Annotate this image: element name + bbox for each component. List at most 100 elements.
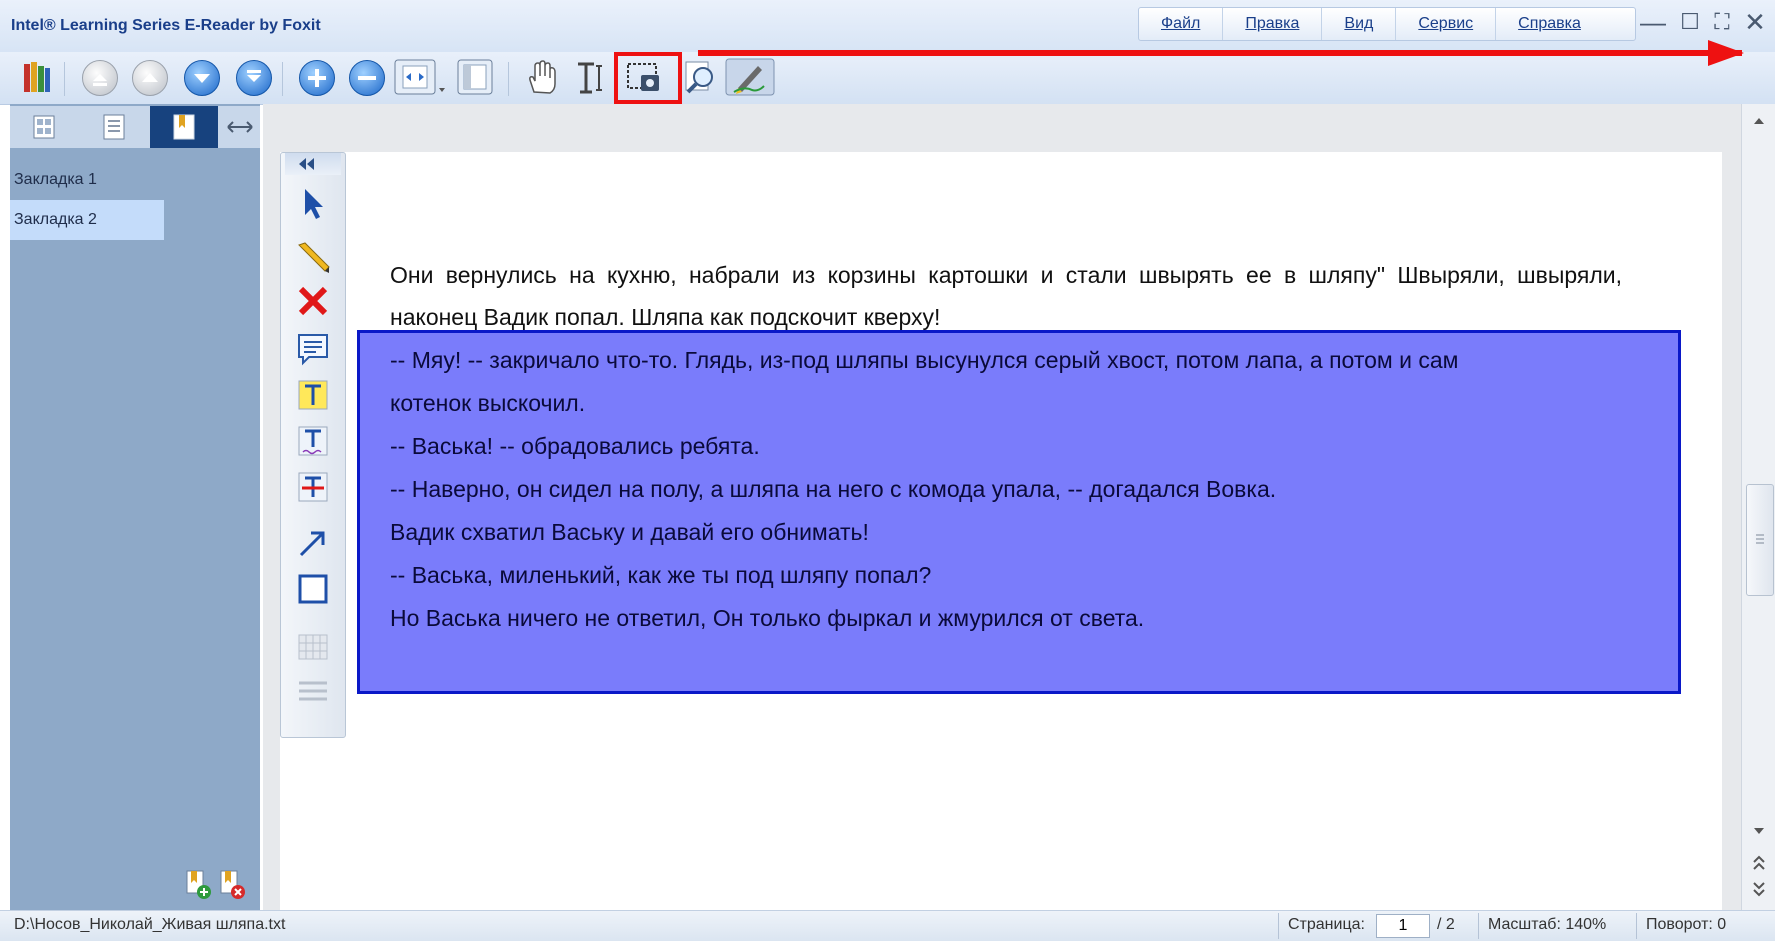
app-title: Intel® Learning Series E-Reader by Foxit	[11, 17, 321, 34]
double-chevron-down-icon	[1753, 882, 1765, 897]
page-total: / 2	[1437, 916, 1455, 933]
menu-bar: Файл Правка Вид Сервис Справка	[1138, 7, 1636, 41]
highlighted-text: -- Мяу! -- закричало что-то. Глядь, из-п…	[390, 339, 1630, 640]
next-page-button[interactable]	[182, 58, 220, 96]
bookmark-item-selected[interactable]: Закладка 2	[10, 200, 164, 240]
menu-service[interactable]: Сервис	[1396, 8, 1497, 40]
callout-arrowhead	[1706, 38, 1746, 68]
text-line: -- Васька! -- обрадовались ребята.	[390, 433, 760, 459]
eraser-tool-button[interactable]	[295, 283, 331, 319]
squiggly-text-button[interactable]	[295, 423, 331, 459]
maximize-button[interactable]: ☐	[1676, 8, 1704, 36]
next-page-scroll-button[interactable]	[1750, 878, 1768, 900]
toolbar-separator	[64, 62, 65, 96]
grip-icon	[1756, 534, 1764, 544]
hand-icon	[529, 60, 556, 94]
sidebar-tabs	[10, 106, 260, 148]
delete-x-icon	[298, 286, 328, 316]
pencil-icon	[298, 242, 330, 273]
toolbar-separator	[282, 62, 283, 96]
pen-icon	[725, 58, 775, 96]
close-button[interactable]: ✕	[1741, 8, 1769, 36]
zoom-out-icon	[349, 60, 385, 96]
note-tool-button[interactable]	[295, 331, 331, 367]
rotation: Поворот: 0	[1646, 916, 1727, 933]
annotation-tools-button[interactable]	[724, 58, 776, 96]
thumbnails-icon	[33, 115, 55, 139]
text-line: -- Наверно, он сидел на полу, а шляпа на…	[390, 476, 1277, 502]
page-number-input[interactable]: 1	[1376, 914, 1430, 938]
first-page-button[interactable]	[80, 58, 118, 96]
highlight-text-button[interactable]	[295, 377, 331, 413]
resize-panel-button[interactable]	[220, 112, 260, 142]
tab-outline[interactable]	[80, 106, 148, 148]
last-page-button[interactable]	[234, 58, 272, 96]
zoom-out-button[interactable]	[347, 58, 385, 96]
triangle-down-icon	[1754, 828, 1764, 834]
callout-box	[614, 52, 682, 104]
pencil-tool-button[interactable]	[295, 239, 331, 275]
fullscreen-button[interactable]: ⛶	[1708, 8, 1736, 36]
double-chevron-up-icon	[1753, 855, 1765, 870]
status-separator	[1278, 913, 1279, 939]
bookmarks-icon	[173, 114, 195, 140]
arrow-tool-button[interactable]	[295, 525, 331, 561]
scroll-up-button[interactable]	[1750, 112, 1768, 130]
arrow-right-icon	[1708, 40, 1744, 66]
bookmark-list: Закладка 1 Закладка 2	[10, 160, 260, 240]
file-path: D:\Носов_Николай_Живая шляпа.txt	[14, 916, 286, 933]
text-line: Но Васька ничего не ответил, Он только ф…	[390, 605, 1145, 631]
arrow-cursor-icon	[305, 189, 323, 219]
previous-page-button[interactable]	[130, 58, 168, 96]
library-button[interactable]	[18, 58, 56, 96]
highlight-text-icon	[298, 380, 328, 410]
next-page-icon	[184, 60, 220, 96]
comment-icon	[298, 334, 328, 366]
text-cursor-icon	[578, 62, 602, 94]
add-bookmark-button[interactable]	[184, 868, 212, 900]
page-layout-icon	[457, 59, 493, 95]
lines-tool-button[interactable]	[295, 673, 331, 709]
menu-file[interactable]: Файл	[1139, 8, 1224, 40]
last-page-icon	[236, 60, 272, 96]
strikeout-text-icon	[298, 472, 328, 502]
hand-tool-button[interactable]	[522, 58, 560, 96]
annotation-toolbar	[280, 152, 346, 738]
find-button[interactable]	[682, 58, 720, 96]
menu-view[interactable]: Вид	[1322, 8, 1397, 40]
text-line: -- Васька, миленький, как же ты под шляп…	[390, 562, 932, 588]
minimize-button[interactable]: —	[1639, 8, 1667, 36]
menu-help[interactable]: Справка	[1496, 8, 1603, 40]
grid-tool-button[interactable]	[295, 629, 331, 665]
text-select-button[interactable]	[572, 58, 610, 96]
paragraph: Они вернулись на кухню, набрали из корзи…	[390, 262, 1622, 330]
select-tool-button[interactable]	[295, 185, 331, 221]
delete-bookmark-button[interactable]	[218, 868, 246, 900]
zoom-in-icon	[299, 60, 335, 96]
scroll-down-button[interactable]	[1750, 822, 1768, 840]
delete-bookmark-icon	[220, 870, 245, 899]
strikeout-text-button[interactable]	[295, 469, 331, 505]
vertical-scrollbar[interactable]	[1741, 104, 1775, 910]
bookmark-item[interactable]: Закладка 1	[10, 160, 164, 200]
grid-icon	[298, 634, 328, 660]
diagonal-arrow-icon	[299, 531, 325, 557]
tab-bookmarks[interactable]	[150, 106, 218, 148]
scroll-thumb[interactable]	[1746, 484, 1774, 596]
toolbar-separator	[508, 62, 509, 96]
add-bookmark-icon	[186, 870, 211, 899]
collapse-toolbar-button[interactable]	[285, 153, 341, 175]
page-layout-button[interactable]	[456, 58, 494, 96]
lines-icon	[299, 681, 327, 701]
squiggly-text-icon	[298, 426, 328, 456]
zoom-level: Масштаб: 140%	[1488, 916, 1607, 933]
menu-edit[interactable]: Правка	[1223, 8, 1323, 40]
page-label: Страница:	[1288, 916, 1365, 933]
rectangle-icon	[298, 574, 328, 604]
rectangle-tool-button[interactable]	[295, 571, 331, 607]
status-separator	[1636, 913, 1637, 939]
fit-width-button[interactable]	[393, 58, 449, 96]
previous-page-scroll-button[interactable]	[1750, 852, 1768, 874]
tab-thumbnails[interactable]	[10, 106, 78, 148]
zoom-in-button[interactable]	[297, 58, 335, 96]
